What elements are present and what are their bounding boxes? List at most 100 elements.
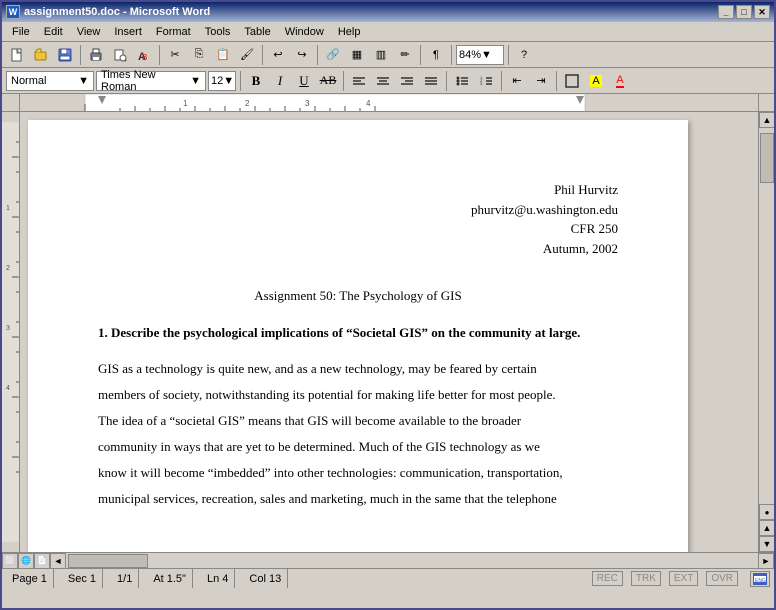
vertical-scrollbar[interactable]: ▲ ● ▲ ▼: [758, 112, 774, 552]
zoom-value: 84%: [459, 49, 481, 61]
align-right-button[interactable]: [396, 70, 418, 92]
border-button[interactable]: [561, 70, 583, 92]
insert-columns-button[interactable]: ▥: [370, 44, 392, 66]
cut-button[interactable]: ✂: [164, 44, 186, 66]
title-bar-text: assignment50.doc - Microsoft Word: [24, 6, 210, 18]
menu-table[interactable]: Table: [238, 24, 276, 40]
author-name: Phil Hurvitz: [98, 180, 618, 200]
redo-button[interactable]: ↪: [291, 44, 313, 66]
scroll-thumb-horizontal[interactable]: [68, 554, 148, 568]
fmt-sep5: [556, 71, 557, 91]
prev-page-button[interactable]: ▲: [759, 520, 775, 536]
close-button[interactable]: ✕: [754, 5, 770, 19]
maximize-button[interactable]: □: [736, 5, 752, 19]
drawing-button[interactable]: ✏: [394, 44, 416, 66]
normal-view-button[interactable]: ⬜: [2, 553, 18, 569]
fmt-sep1: [240, 71, 241, 91]
fmt-sep3: [446, 71, 447, 91]
standard-toolbar: AB ✂ ⎘ 📋 🖌 ↩ ↪ 🔗 ▦ ▥ ✏ ¶ 84% ▼ ?: [2, 42, 774, 68]
paragraph-1: GIS as a technology is quite new, and as…: [98, 356, 618, 382]
scroll-left-button[interactable]: ◄: [50, 553, 66, 569]
copy-button[interactable]: ⎘: [188, 44, 210, 66]
menu-help[interactable]: Help: [332, 24, 367, 40]
scroll-right-button[interactable]: ►: [758, 553, 774, 569]
new-button[interactable]: [6, 44, 28, 66]
spell-check-button[interactable]: AB: [133, 44, 155, 66]
horizontal-scroll-track[interactable]: [66, 553, 758, 568]
separator1: [80, 45, 81, 65]
paragraph-2: members of society, notwithstanding its …: [98, 382, 618, 408]
menu-insert[interactable]: Insert: [108, 24, 148, 40]
align-left-button[interactable]: [348, 70, 370, 92]
menu-file[interactable]: File: [6, 24, 36, 40]
menu-window[interactable]: Window: [279, 24, 330, 40]
status-bar: Page 1 Sec 1 1/1 At 1.5" Ln 4 Col 13 REC…: [2, 568, 774, 588]
ruler-right-corner: [758, 94, 774, 112]
undo-button[interactable]: ↩: [267, 44, 289, 66]
font-arrow-icon: ▼: [190, 75, 201, 87]
save-button[interactable]: [54, 44, 76, 66]
scroll-track-vertical[interactable]: [759, 128, 774, 504]
minimize-button[interactable]: _: [718, 5, 734, 19]
print-button[interactable]: [85, 44, 107, 66]
font-size-dropdown[interactable]: 12 ▼: [208, 71, 236, 91]
main-content-area: 1 2 3 4: [2, 112, 774, 552]
bullets-button[interactable]: [451, 70, 473, 92]
menu-edit[interactable]: Edit: [38, 24, 69, 40]
font-color-button[interactable]: A: [609, 70, 631, 92]
bold-button[interactable]: B: [245, 70, 267, 92]
paste-button[interactable]: 📋: [212, 44, 234, 66]
zoom-dropdown-arrow: ▼: [481, 49, 492, 61]
strikethrough-button[interactable]: AB: [317, 70, 339, 92]
document-page: Phil Hurvitz phurvitz@u.washington.edu C…: [28, 120, 688, 552]
semester: Autumn, 2002: [98, 239, 618, 259]
menu-tools[interactable]: Tools: [199, 24, 237, 40]
menu-format[interactable]: Format: [150, 24, 197, 40]
open-button[interactable]: [30, 44, 52, 66]
justify-button[interactable]: [420, 70, 442, 92]
print-view-button[interactable]: 📄: [34, 553, 50, 569]
select-browse-button[interactable]: ●: [759, 504, 775, 520]
next-page-button[interactable]: ▼: [759, 536, 775, 552]
separator2: [159, 45, 160, 65]
italic-button[interactable]: I: [269, 70, 291, 92]
document-scroll-area[interactable]: Phil Hurvitz phurvitz@u.washington.edu C…: [20, 112, 758, 552]
underline-button[interactable]: U: [293, 70, 315, 92]
status-page-of: 1/1: [111, 569, 139, 588]
insert-table-button[interactable]: ▦: [346, 44, 368, 66]
title-bar-buttons[interactable]: _ □ ✕: [718, 5, 770, 19]
fmt-sep4: [501, 71, 502, 91]
svg-text:4: 4: [6, 385, 10, 392]
align-center-button[interactable]: [372, 70, 394, 92]
show-hide-button[interactable]: ¶: [425, 44, 447, 66]
zoom-dropdown[interactable]: 84% ▼: [456, 45, 504, 65]
status-page: Page 1: [6, 569, 54, 588]
svg-text:3: 3: [305, 99, 310, 108]
highlight-button[interactable]: A: [585, 70, 607, 92]
svg-text:4: 4: [366, 99, 371, 108]
menu-view[interactable]: View: [71, 24, 107, 40]
svg-text:B: B: [142, 53, 147, 62]
format-painter-button[interactable]: 🖌: [236, 44, 258, 66]
doc-title: Assignment 50: The Psychology of GIS: [98, 288, 618, 304]
font-dropdown[interactable]: Times New Roman ▼: [96, 71, 206, 91]
course-id: CFR 250: [98, 219, 618, 239]
paragraph-6: municipal services, recreation, sales an…: [98, 486, 618, 512]
scroll-thumb-vertical[interactable]: [760, 133, 774, 183]
scroll-up-button[interactable]: ▲: [759, 112, 775, 128]
help-button[interactable]: ?: [513, 44, 535, 66]
print-preview-button[interactable]: [109, 44, 131, 66]
word-icon: W: [6, 5, 20, 19]
style-dropdown[interactable]: Normal ▼: [6, 71, 94, 91]
language-indicator[interactable]: ENG: [750, 571, 770, 587]
paragraph-4: community in ways that are yet to be det…: [98, 434, 618, 460]
doc-body: GIS as a technology is quite new, and as…: [98, 356, 618, 512]
web-view-button[interactable]: 🌐: [18, 553, 34, 569]
decrease-indent-button[interactable]: ⇤: [506, 70, 528, 92]
paragraph-5: know it will become “imbedded” into othe…: [98, 460, 618, 486]
increase-indent-button[interactable]: ⇥: [530, 70, 552, 92]
insert-link-button[interactable]: 🔗: [322, 44, 344, 66]
numbering-button[interactable]: 1.2.3.: [475, 70, 497, 92]
style-value: Normal: [11, 75, 46, 87]
separator3: [262, 45, 263, 65]
